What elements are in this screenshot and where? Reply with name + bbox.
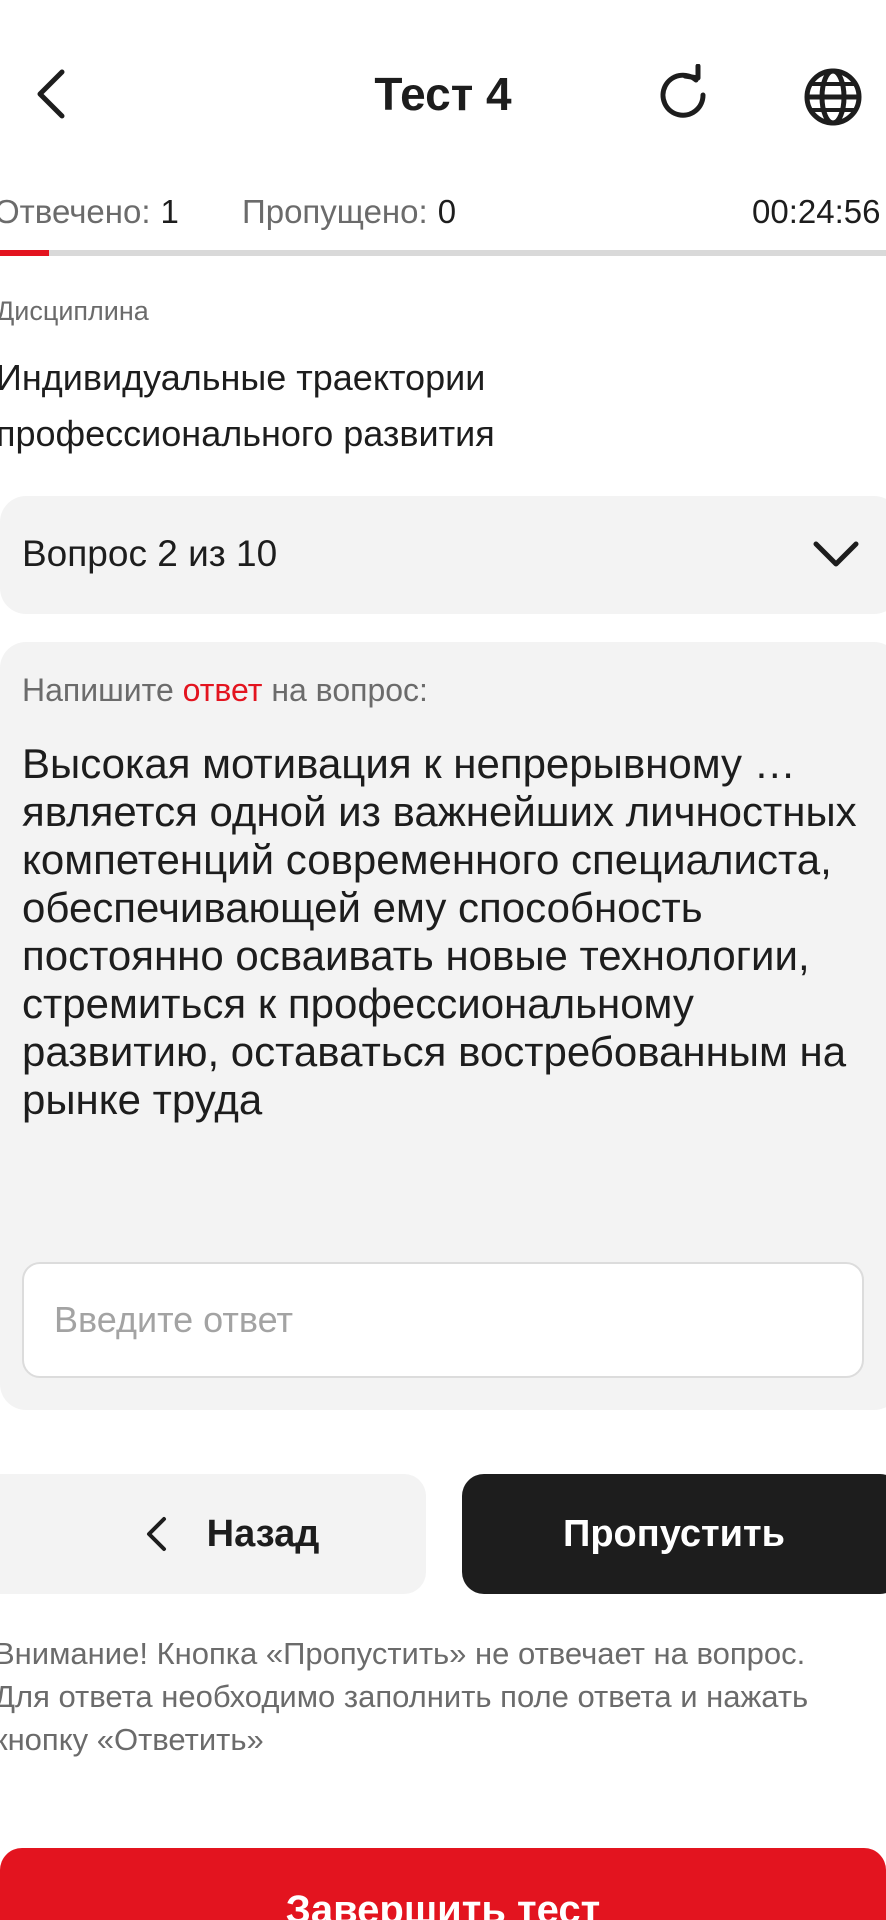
answered-value: 1 (160, 193, 179, 230)
chevron-down-icon (813, 541, 859, 567)
skip-notice: Внимание! Кнопка «Пропустить» не отвечае… (0, 1636, 809, 1757)
skipped-counter: Пропущено: 0 (242, 190, 456, 234)
progress-fill (0, 250, 49, 256)
discipline-label: Дисциплина (0, 296, 149, 326)
answered-label: Отвечено: (0, 193, 151, 230)
answered-counter: Отвечено: 1 (0, 190, 179, 234)
prompt-text-start: Напишите (22, 672, 174, 708)
answer-input[interactable] (22, 1262, 864, 1378)
prompt-accent: ответ (182, 672, 263, 708)
question-number: Вопрос 2 из 10 (22, 533, 278, 574)
language-button[interactable] (800, 64, 866, 130)
header: Тест 4 (0, 40, 886, 150)
skip-label: Пропустить (563, 1512, 785, 1555)
page-title: Тест 4 (374, 68, 512, 120)
finish-test-label: Завершить тест (285, 1888, 601, 1920)
prompt-text-end: на вопрос: (271, 672, 428, 708)
question-prompt: Напишите ответ на вопрос: (22, 668, 428, 712)
skip-button[interactable]: Пропустить (462, 1474, 886, 1594)
back-nav-button[interactable]: Назад (0, 1474, 426, 1594)
chevron-left-icon (146, 1517, 166, 1551)
refresh-icon (660, 64, 706, 118)
question-card: Напишите ответ на вопрос: Высокая мотива… (0, 642, 886, 1410)
question-selector[interactable]: Вопрос 2 из 10 (0, 496, 886, 614)
skipped-label: Пропущено: (242, 193, 428, 230)
globe-icon (804, 68, 862, 126)
status-row: Отвечено: 1 Пропущено: 0 00:24:56 (0, 190, 886, 234)
refresh-button[interactable] (650, 62, 716, 128)
skipped-value: 0 (437, 193, 457, 230)
progress-bar (0, 250, 886, 256)
question-text: Высокая мотивация к непрерывному … являе… (22, 740, 857, 1123)
discipline-name: Индивидуальные траектории профессиональн… (0, 357, 495, 454)
timer: 00:24:56 (752, 193, 881, 230)
test-screen: Тест 4 Отвечено:1 Пропущено:0 00:24:56 (0, 0, 886, 1920)
finish-test-button[interactable]: Завершить тест (0, 1848, 886, 1920)
back-nav-label: Назад (206, 1512, 320, 1555)
